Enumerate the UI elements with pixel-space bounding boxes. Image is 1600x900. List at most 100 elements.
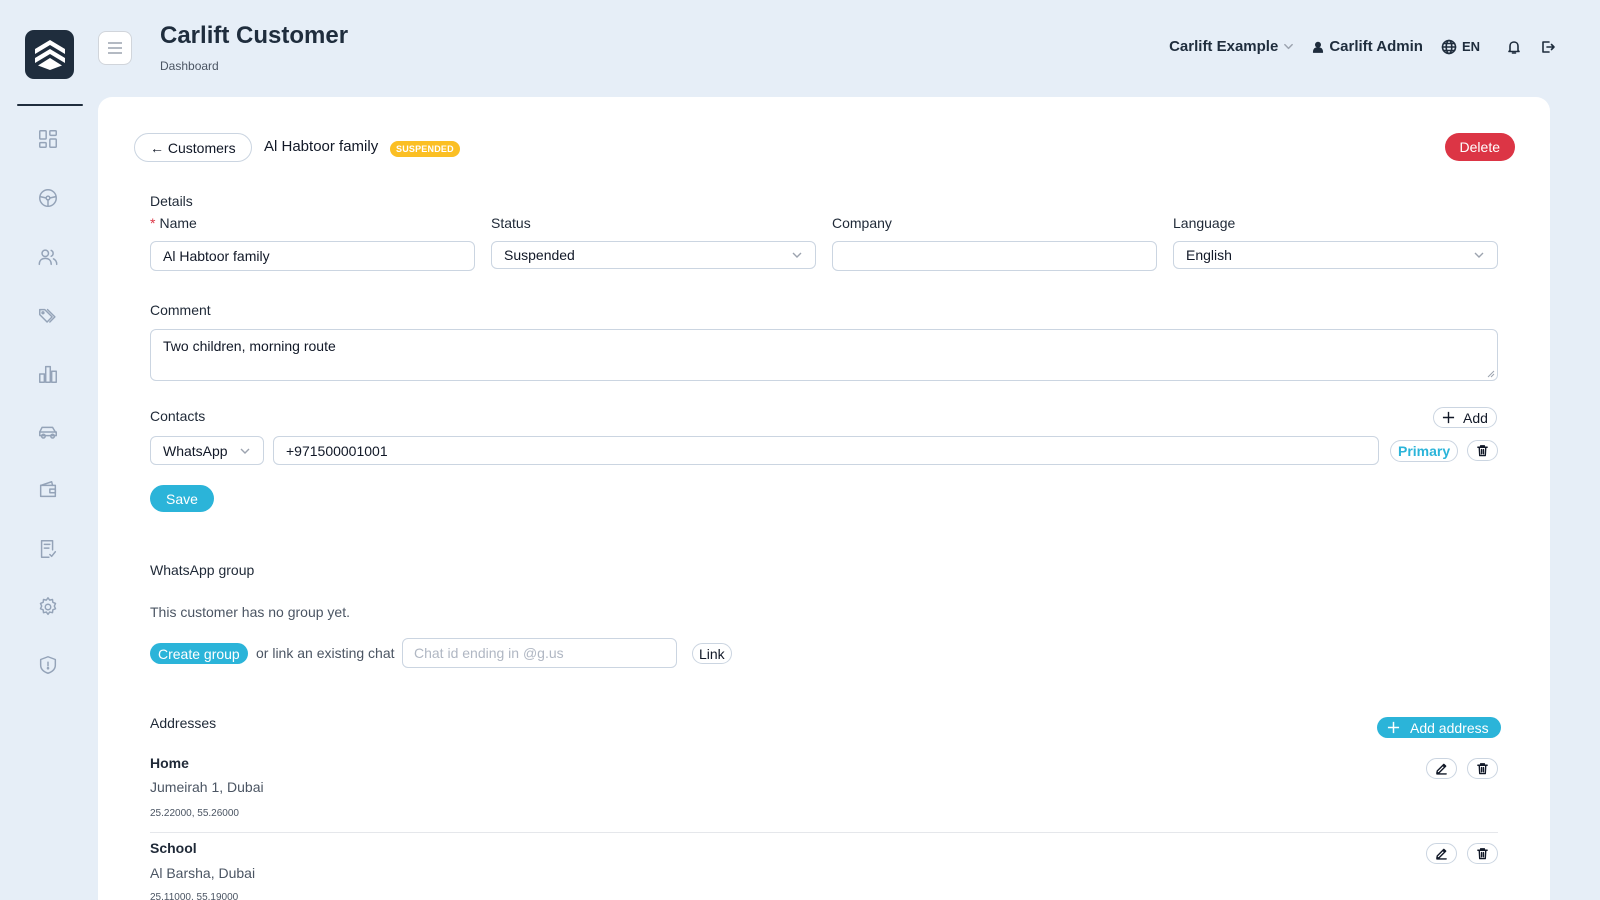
menu-toggle-button[interactable] xyxy=(98,31,132,65)
back-to-customers-button[interactable]: ← Customers xyxy=(134,133,252,162)
details-section-label: Details xyxy=(150,193,193,209)
address-title: School xyxy=(150,840,197,856)
hamburger-icon xyxy=(108,42,122,54)
customer-name-heading: Al Habtoor family xyxy=(264,138,379,155)
steering-wheel-icon xyxy=(39,189,57,207)
contacts-section-label: Contacts xyxy=(150,408,206,424)
sidebar-item-security[interactable] xyxy=(34,651,62,679)
plus-icon xyxy=(1387,721,1400,734)
checklist-icon xyxy=(40,540,57,558)
wallet-icon xyxy=(39,481,57,498)
tags-icon xyxy=(39,308,56,323)
delete-button[interactable]: Delete xyxy=(1444,133,1515,161)
dashboard-icon xyxy=(39,130,57,148)
edit-address-button[interactable] xyxy=(1426,758,1457,779)
org-switcher[interactable]: Carlift Example xyxy=(1169,38,1294,55)
sidebar-item-tasks[interactable] xyxy=(34,535,62,563)
sidebar-item-dashboard[interactable] xyxy=(34,125,62,153)
required-marker: * xyxy=(150,215,156,231)
contact-value-field[interactable]: +971500001001 xyxy=(273,436,1379,465)
address-line: Jumeirah 1, Dubai xyxy=(150,779,264,795)
add-address-label: Add address xyxy=(1410,719,1489,736)
customer-card: ← Customers Al Habtoor family SUSPENDED … xyxy=(98,97,1550,900)
company-label: Company xyxy=(832,215,892,231)
logout-button[interactable] xyxy=(1540,39,1556,55)
save-button[interactable]: Save xyxy=(150,485,214,512)
address-line: Al Barsha, Dubai xyxy=(150,865,256,881)
status-select[interactable]: Suspended xyxy=(491,241,816,269)
delete-address-button[interactable] xyxy=(1467,758,1498,779)
pencil-icon xyxy=(1436,848,1447,860)
comment-textarea[interactable]: Two children, morning route xyxy=(150,329,1498,381)
chevron-down-icon xyxy=(1284,43,1294,50)
chevron-down-icon xyxy=(1474,252,1484,258)
whatsapp-group-section-label: WhatsApp group xyxy=(150,562,255,578)
company-field[interactable] xyxy=(832,241,1157,271)
name-value: Al Habtoor family xyxy=(163,248,270,264)
delete-contact-button[interactable] xyxy=(1467,440,1498,461)
add-address-button[interactable]: Add address xyxy=(1377,717,1501,738)
language-code: EN xyxy=(1461,39,1480,54)
status-label: Status xyxy=(491,215,531,231)
globe-icon xyxy=(1441,39,1457,54)
users-icon xyxy=(38,249,58,266)
car-icon xyxy=(39,426,57,439)
breadcrumb[interactable]: Dashboard xyxy=(160,59,219,73)
gear-icon xyxy=(39,597,57,616)
address-coords: 25.11000, 55.19000 xyxy=(150,892,239,900)
sidebar-item-reports[interactable] xyxy=(34,360,62,388)
address-coords: 25.22000, 55.26000 xyxy=(150,808,239,819)
user-icon xyxy=(1313,41,1324,53)
create-group-button[interactable]: Create group xyxy=(150,643,248,664)
addresses-section-label: Addresses xyxy=(150,715,217,731)
sidebar-item-settings[interactable] xyxy=(34,593,62,621)
name-field[interactable]: Al Habtoor family xyxy=(150,241,475,271)
page-title: Carlift Customer xyxy=(160,22,349,49)
primary-contact-toggle[interactable]: Primary xyxy=(1390,440,1459,462)
language-value: English xyxy=(1186,247,1232,263)
comment-label: Comment xyxy=(150,302,211,318)
link-existing-text: or link an existing chat xyxy=(256,645,395,661)
sidebar-item-drivers[interactable] xyxy=(34,184,62,212)
sidebar-item-payments[interactable] xyxy=(34,476,62,504)
org-name: Carlift Example xyxy=(1169,38,1279,55)
status-value: Suspended xyxy=(504,247,575,263)
add-contact-button[interactable]: Add xyxy=(1433,407,1497,428)
sidebar-item-customers[interactable] xyxy=(34,243,62,271)
contact-value: +971500001001 xyxy=(286,442,388,459)
sidebar-item-tags[interactable] xyxy=(34,302,62,330)
logo[interactable] xyxy=(25,30,74,79)
resize-handle-icon[interactable] xyxy=(1487,370,1495,378)
logout-icon xyxy=(1542,40,1555,53)
delete-address-button[interactable] xyxy=(1467,843,1498,864)
language-switcher[interactable]: EN xyxy=(1441,39,1480,55)
logo-chevrons-icon xyxy=(34,39,65,70)
shield-icon xyxy=(39,656,57,674)
address-title: Home xyxy=(150,755,189,771)
sidebar-item-vehicles[interactable] xyxy=(34,418,62,446)
contact-type-select[interactable]: WhatsApp xyxy=(150,436,264,465)
edit-address-button[interactable] xyxy=(1426,843,1457,864)
name-label-text: Name xyxy=(159,215,197,231)
chevron-down-icon xyxy=(240,448,250,454)
user-name: Carlift Admin xyxy=(1329,38,1423,55)
pencil-icon xyxy=(1436,763,1447,775)
link-chat-button[interactable]: Link xyxy=(692,643,732,664)
bar-chart-icon xyxy=(39,365,57,383)
address-divider xyxy=(150,832,1498,833)
contact-type-value: WhatsApp xyxy=(163,442,228,459)
comment-value: Two children, morning route xyxy=(163,338,336,354)
notifications-button[interactable] xyxy=(1506,39,1522,55)
language-select[interactable]: English xyxy=(1173,241,1498,269)
sidebar-divider xyxy=(17,104,83,106)
chevron-down-icon xyxy=(792,252,802,258)
chat-id-input[interactable] xyxy=(402,638,677,668)
no-group-message: This customer has no group yet. xyxy=(150,604,350,620)
language-label: Language xyxy=(1173,215,1236,231)
bell-icon xyxy=(1508,40,1520,54)
header-actions: Carlift Example Carlift Admin EN xyxy=(1169,38,1556,55)
add-contact-label: Add xyxy=(1463,409,1488,426)
plus-icon xyxy=(1442,411,1455,424)
user-menu[interactable]: Carlift Admin xyxy=(1312,38,1423,55)
sidebar xyxy=(0,0,96,900)
